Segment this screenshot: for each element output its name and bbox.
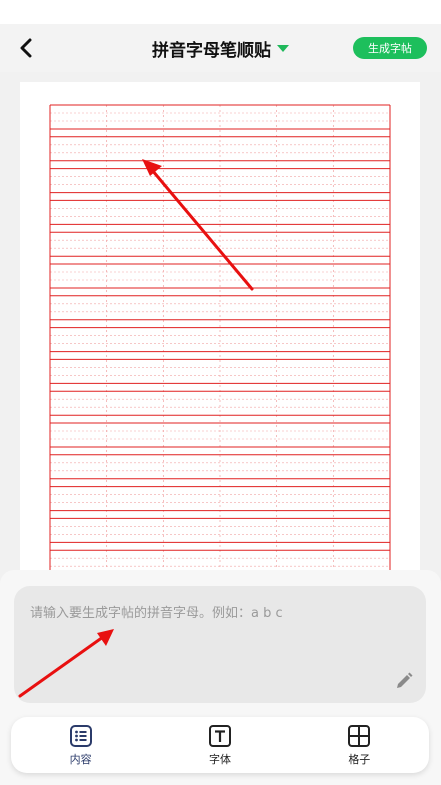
tab-label: 格子 xyxy=(348,752,371,766)
font-icon xyxy=(208,724,231,747)
top-bar: 拼音字母笔顺贴 生成字帖 xyxy=(0,24,441,72)
list-icon xyxy=(69,724,92,747)
tab-font[interactable]: 字体 xyxy=(150,717,289,773)
generate-copybook-button[interactable]: 生成字帖 xyxy=(353,37,427,59)
copybook-preview xyxy=(20,82,420,570)
edit-icon[interactable] xyxy=(394,671,414,691)
pinyin-input-box xyxy=(14,586,426,703)
pinyin-input[interactable] xyxy=(28,600,392,684)
status-bar xyxy=(0,0,441,24)
dropdown-caret-icon[interactable] xyxy=(277,44,289,52)
page-title[interactable]: 拼音字母笔顺贴 xyxy=(152,36,271,61)
tab-label: 字体 xyxy=(208,752,231,766)
back-arrow-icon xyxy=(20,38,32,58)
copybook-grid xyxy=(49,104,391,570)
back-button[interactable] xyxy=(12,34,40,62)
grid-icon xyxy=(348,724,371,747)
tab-label: 内容 xyxy=(69,752,92,766)
tab-content[interactable]: 内容 xyxy=(11,717,150,773)
bottom-tab-bar: 内容 字体 格子 xyxy=(11,717,429,773)
bottom-panel: 内容 字体 格子 xyxy=(0,570,441,785)
tab-grid[interactable]: 格子 xyxy=(290,717,429,773)
